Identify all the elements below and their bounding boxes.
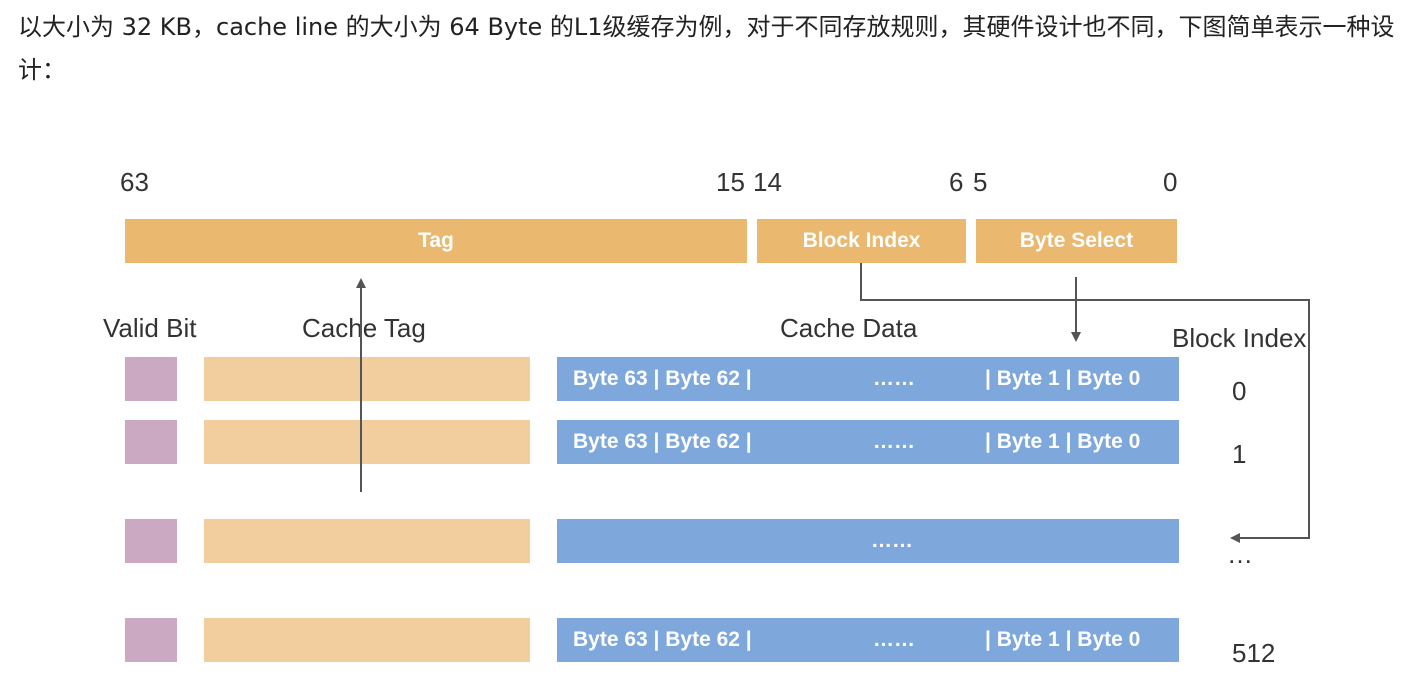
cache-diagram: 63 15 14 6 5 0 Tag Block Index Byte Sele… <box>0 0 1424 696</box>
block-index-arrow <box>860 263 1310 543</box>
connector-arrows <box>356 263 1310 543</box>
